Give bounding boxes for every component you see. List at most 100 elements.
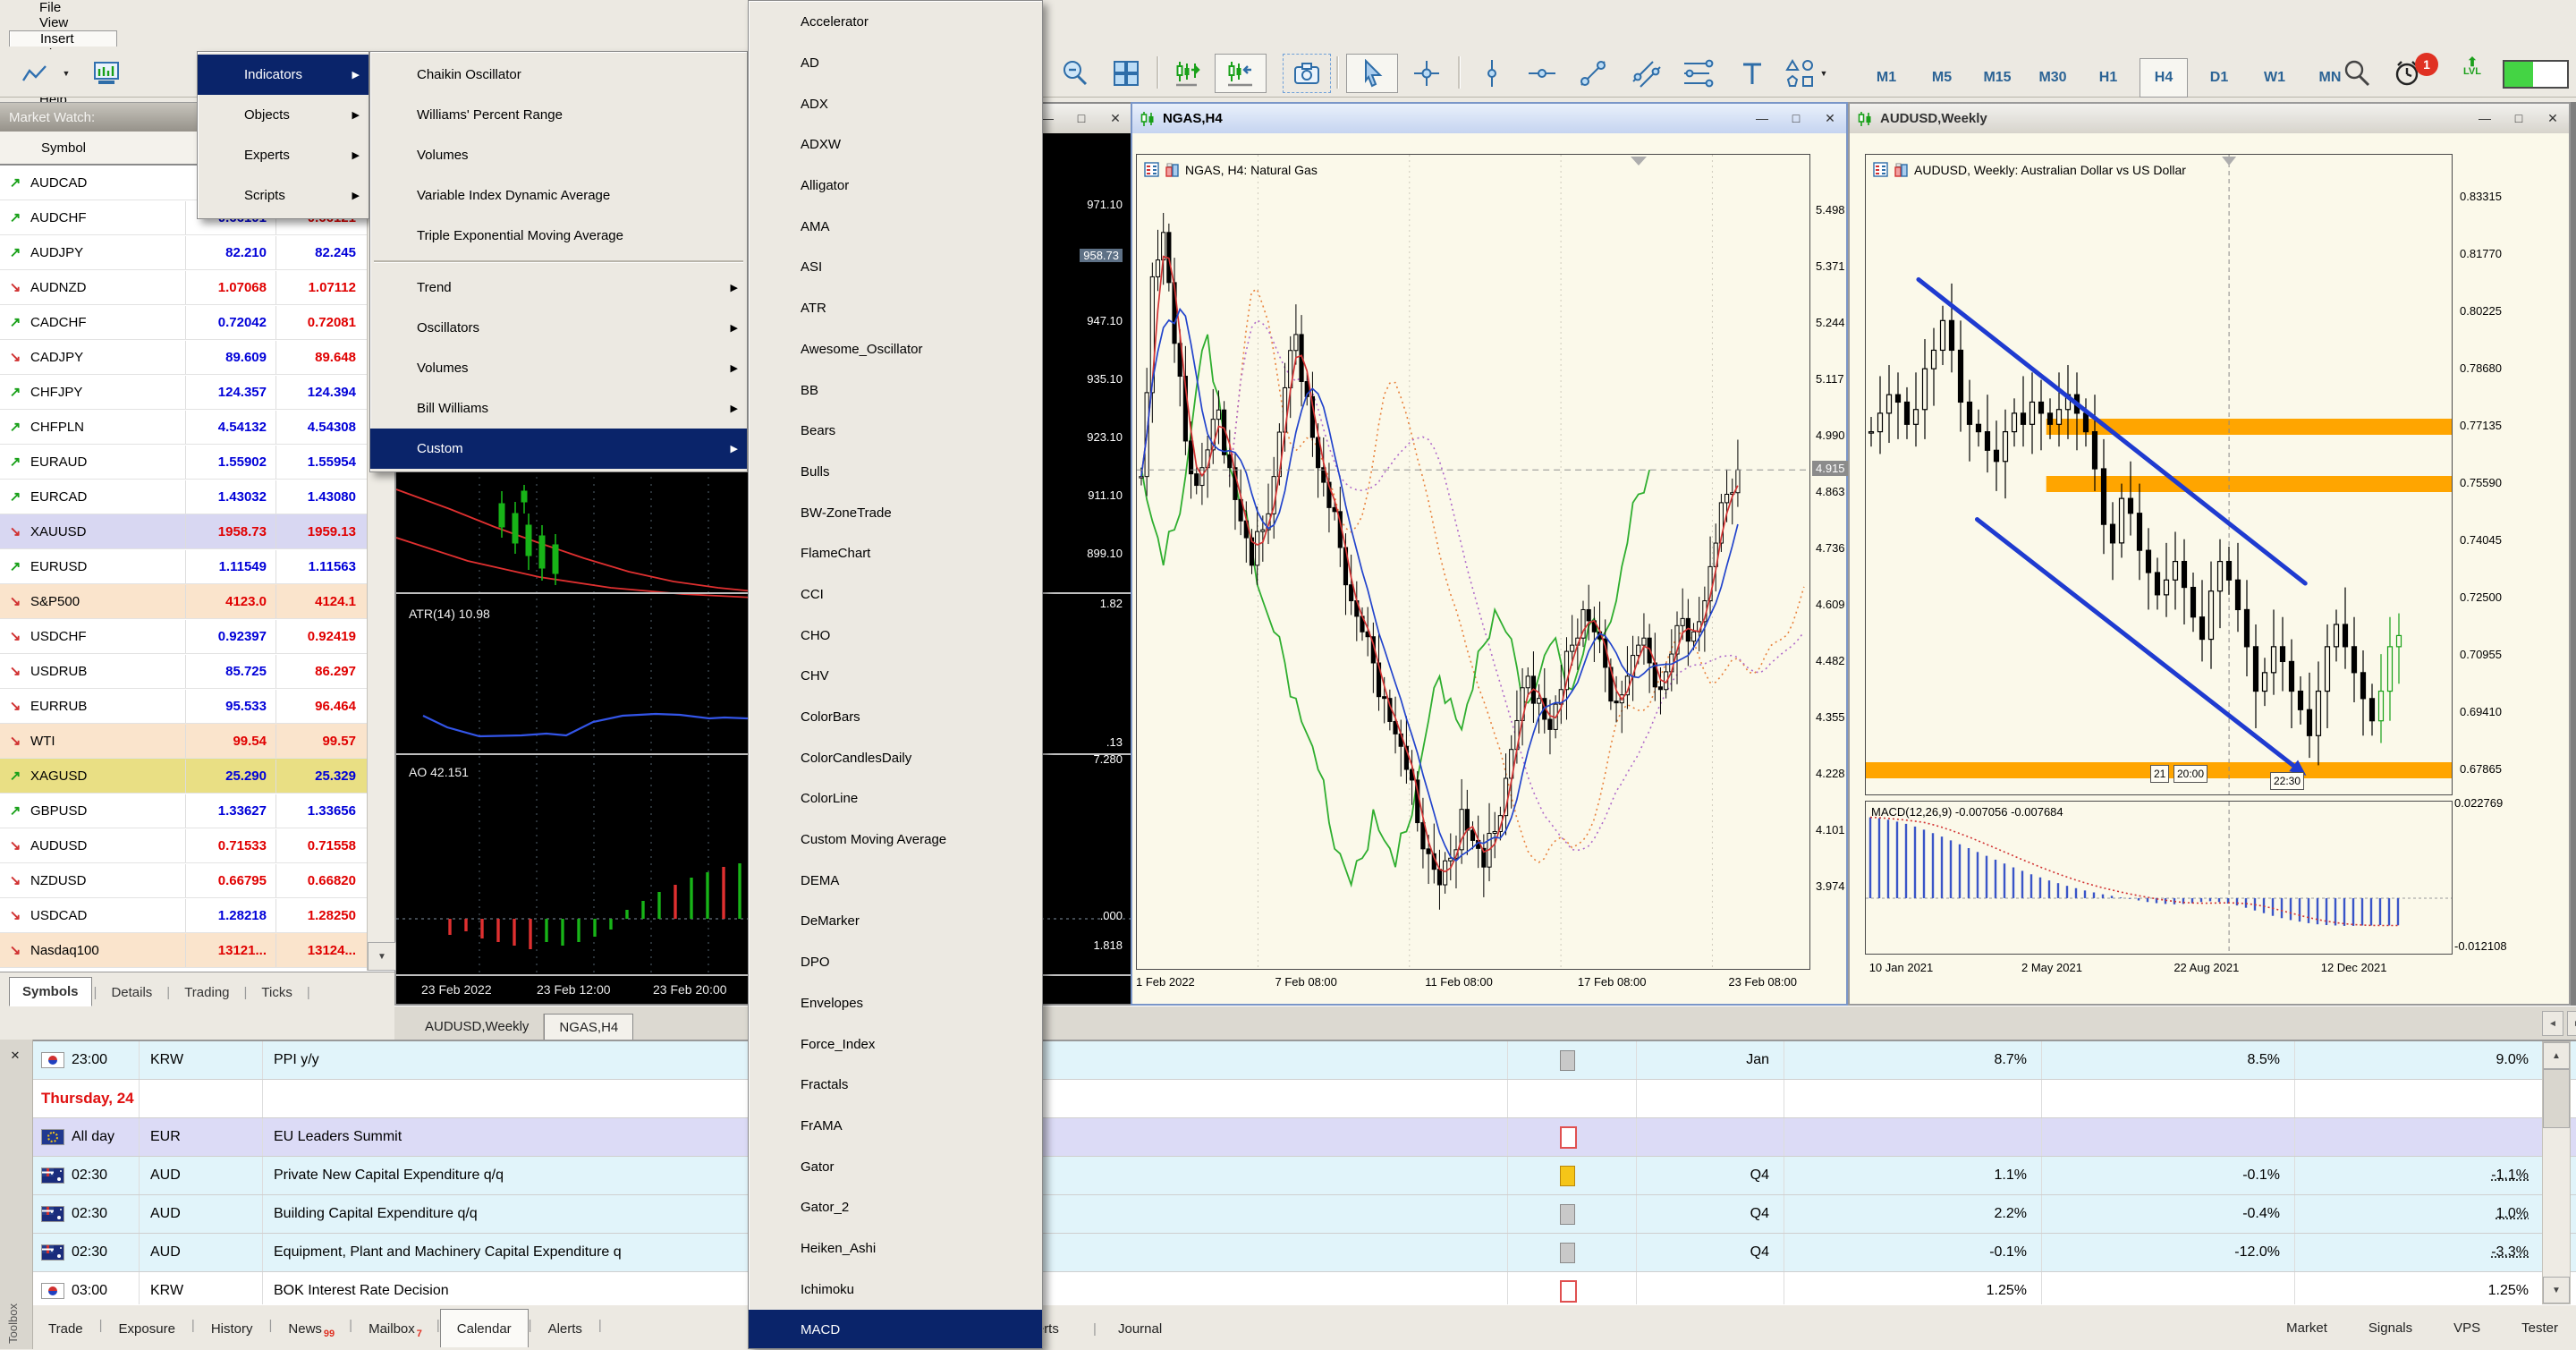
market-watch-row[interactable]: ↗ CHFPLN 4.54132 4.54308 [0,410,394,445]
custom-indicator-item[interactable]: ColorLine [749,778,1042,819]
status-item[interactable]: VPS [2448,1320,2480,1336]
market-watch-row[interactable]: ↘ XAUUSD 1958.73 1959.13 [0,514,394,549]
chart-type-dropdown[interactable]: ▼ [57,54,75,93]
indicator-menu-item[interactable]: Triple Exponential Moving Average [370,216,747,256]
tile-windows-button[interactable] [1102,54,1150,93]
custom-indicator-item[interactable]: AD [749,43,1042,84]
scroll-down-button[interactable]: ▼ [368,942,396,971]
custom-indicator-item[interactable]: Gator [749,1146,1042,1187]
close-button[interactable]: ✕ [1106,111,1124,126]
market-watch-row[interactable]: ↗ CADCHF 0.72042 0.72081 [0,305,394,340]
indicator-menu-item[interactable]: Variable Index Dynamic Average [370,175,747,216]
toolbox-tab-journal[interactable]: Journal [1118,1312,1162,1345]
quotes-panel-icon[interactable] [1873,162,1888,177]
market-watch-row[interactable]: ↗ AUDJPY 82.210 82.245 [0,235,394,270]
timeframe-button[interactable]: M1 [1862,58,1911,98]
timeframe-button[interactable]: H4 [2140,58,2188,98]
custom-indicator-item[interactable]: Custom Moving Average [749,819,1042,861]
one-click-trading-icon[interactable] [1894,162,1909,177]
toolbox-tab[interactable]: Mailbox 7 [352,1312,436,1345]
custom-indicator-item[interactable]: CHO [749,615,1042,656]
calendar-row[interactable]: All day EUR EU Leaders Summit [32,1118,2576,1157]
maximize-button[interactable]: □ [1787,111,1805,126]
market-watch-row[interactable]: ↘ WTI 99.54 99.57 [0,724,394,759]
zoom-out-button[interactable] [1051,54,1099,93]
custom-indicator-item[interactable]: Ichimoku [749,1269,1042,1310]
market-watch-row[interactable]: ↘ NZDUSD 0.66795 0.66820 [0,863,394,898]
market-watch-tab[interactable]: Ticks [249,979,304,1006]
toolbox-tab[interactable]: Calendar [440,1309,529,1347]
timeframe-button[interactable]: M15 [1973,58,2021,98]
calendar-row[interactable]: 02:30 AUD Equipment, Plant and Machinery… [32,1234,2576,1272]
indicator-menu-item[interactable]: Williams' Percent Range [370,95,747,135]
minimize-button[interactable]: — [2476,111,2494,126]
custom-indicator-item[interactable]: ADX [749,83,1042,124]
timeframe-button[interactable]: H1 [2084,58,2132,98]
calendar-row[interactable]: 03:00 KRW BOK Interest Rate Decision 1.2… [32,1272,2576,1306]
symbol-column-header[interactable]: Symbol [30,140,185,156]
toolbox-tab[interactable]: News 99 [272,1312,349,1345]
quotes-panel-icon[interactable] [1144,162,1159,177]
maximize-button[interactable]: □ [1072,111,1090,126]
market-watch-row[interactable]: ↗ XAGUSD 25.290 25.329 [0,759,394,794]
indicator-menu-item[interactable]: Chaikin Oscillator [370,55,747,95]
market-watch-row[interactable]: ↘ USDCAD 1.28218 1.28250 [0,898,394,933]
insert-menu-item[interactable]: Experts ▶ [198,135,369,175]
market-watch-row[interactable]: ↘ S&P500 4123.0 4124.1 [0,584,394,619]
market-watch-row[interactable]: ↘ AUDUSD 0.71533 0.71558 [0,828,394,863]
status-item[interactable]: Tester [2516,1320,2558,1336]
timeframe-button[interactable]: W1 [2250,58,2299,98]
window-title-bar[interactable]: NGAS,H4 — □ ✕ [1132,104,1846,133]
insert-menu-item[interactable]: Objects ▶ [198,95,369,135]
custom-indicator-item[interactable]: Heiken_Ashi [749,1228,1042,1269]
menubar-item[interactable]: File [9,0,117,15]
market-watch-row[interactable]: ↗ CHFJPY 124.357 124.394 [0,375,394,410]
horizontal-line-button[interactable] [1519,54,1565,93]
shift-end-button[interactable] [1215,54,1267,93]
audusd-chart-area[interactable]: AUDUSD, Weekly: Australian Dollar vs US … [1865,154,2453,795]
market-watch-tab[interactable]: Details [98,979,165,1006]
close-button[interactable]: ✕ [1821,111,1839,126]
market-watch-row[interactable]: ↗ GBPUSD 1.33627 1.33656 [0,794,394,828]
ngas-price-axis[interactable]: 4.915 5.4985.3715.2445.1174.9904.8634.73… [1810,154,1848,968]
market-watch-row[interactable]: ↗ EURAUD 1.55902 1.55954 [0,445,394,480]
calendar-row[interactable]: Thursday, 24 February [32,1080,2576,1118]
close-panel-button[interactable]: ✕ [6,1047,24,1065]
market-watch-row[interactable]: ↘ Nasdaq100 13121... 13124... [0,933,394,968]
calendar-row[interactable]: 02:30 AUD Building Capital Expenditure q… [32,1195,2576,1234]
indicator-group-item[interactable]: Custom ▶ [370,429,747,469]
status-item[interactable]: Market [2281,1320,2327,1336]
menubar-item[interactable]: View [9,15,117,30]
toolbox-tab[interactable]: Alerts [532,1312,598,1345]
custom-indicator-item[interactable]: MACD [749,1310,1042,1349]
custom-indicator-item[interactable]: FrAMA [749,1106,1042,1147]
custom-indicator-item[interactable]: CCI [749,574,1042,616]
toolbox-tab[interactable]: Exposure [103,1312,191,1345]
market-watch-row[interactable]: ↘ USDCHF 0.92397 0.92419 [0,619,394,654]
custom-indicator-item[interactable]: AMA [749,206,1042,247]
market-watch-tab[interactable]: Trading [172,979,242,1006]
custom-indicator-item[interactable]: Gator_2 [749,1187,1042,1228]
trendline-button[interactable] [1569,54,1617,93]
insert-menu-item[interactable]: Scripts ▶ [198,175,369,216]
indicator-group-item[interactable]: Trend ▶ [370,267,747,308]
crosshair-button[interactable] [1402,54,1451,93]
market-watch-row[interactable]: ↘ CADJPY 89.609 89.648 [0,340,394,375]
custom-indicator-item[interactable]: Fractals [749,1065,1042,1106]
custom-indicator-item[interactable]: ColorBars [749,697,1042,738]
scroll-down-button[interactable]: ▼ [2543,1277,2570,1303]
market-watch-row[interactable]: ↘ EURRUB 95.533 96.464 [0,689,394,724]
chart-tab[interactable]: NGAS,H4 [544,1014,633,1040]
custom-indicator-item[interactable]: BW-ZoneTrade [749,492,1042,533]
custom-indicator-item[interactable]: CHV [749,656,1042,697]
market-watch-tab[interactable]: Symbols [9,977,92,1006]
cursor-button[interactable] [1346,54,1398,93]
fibonacci-button[interactable] [1673,54,1724,93]
close-button[interactable]: ✕ [2544,111,2562,126]
toolbox-tab[interactable]: Trade [32,1312,99,1345]
custom-indicator-item[interactable]: Bears [749,411,1042,452]
custom-indicator-item[interactable]: Alligator [749,166,1042,207]
window-title-bar[interactable]: AUDUSD,Weekly — □ ✕ [1850,104,2569,133]
ngas-time-axis[interactable]: 1 Feb 20227 Feb 08:0011 Feb 08:0017 Feb … [1136,970,1809,997]
custom-indicator-item[interactable]: Accelerator [749,2,1042,43]
